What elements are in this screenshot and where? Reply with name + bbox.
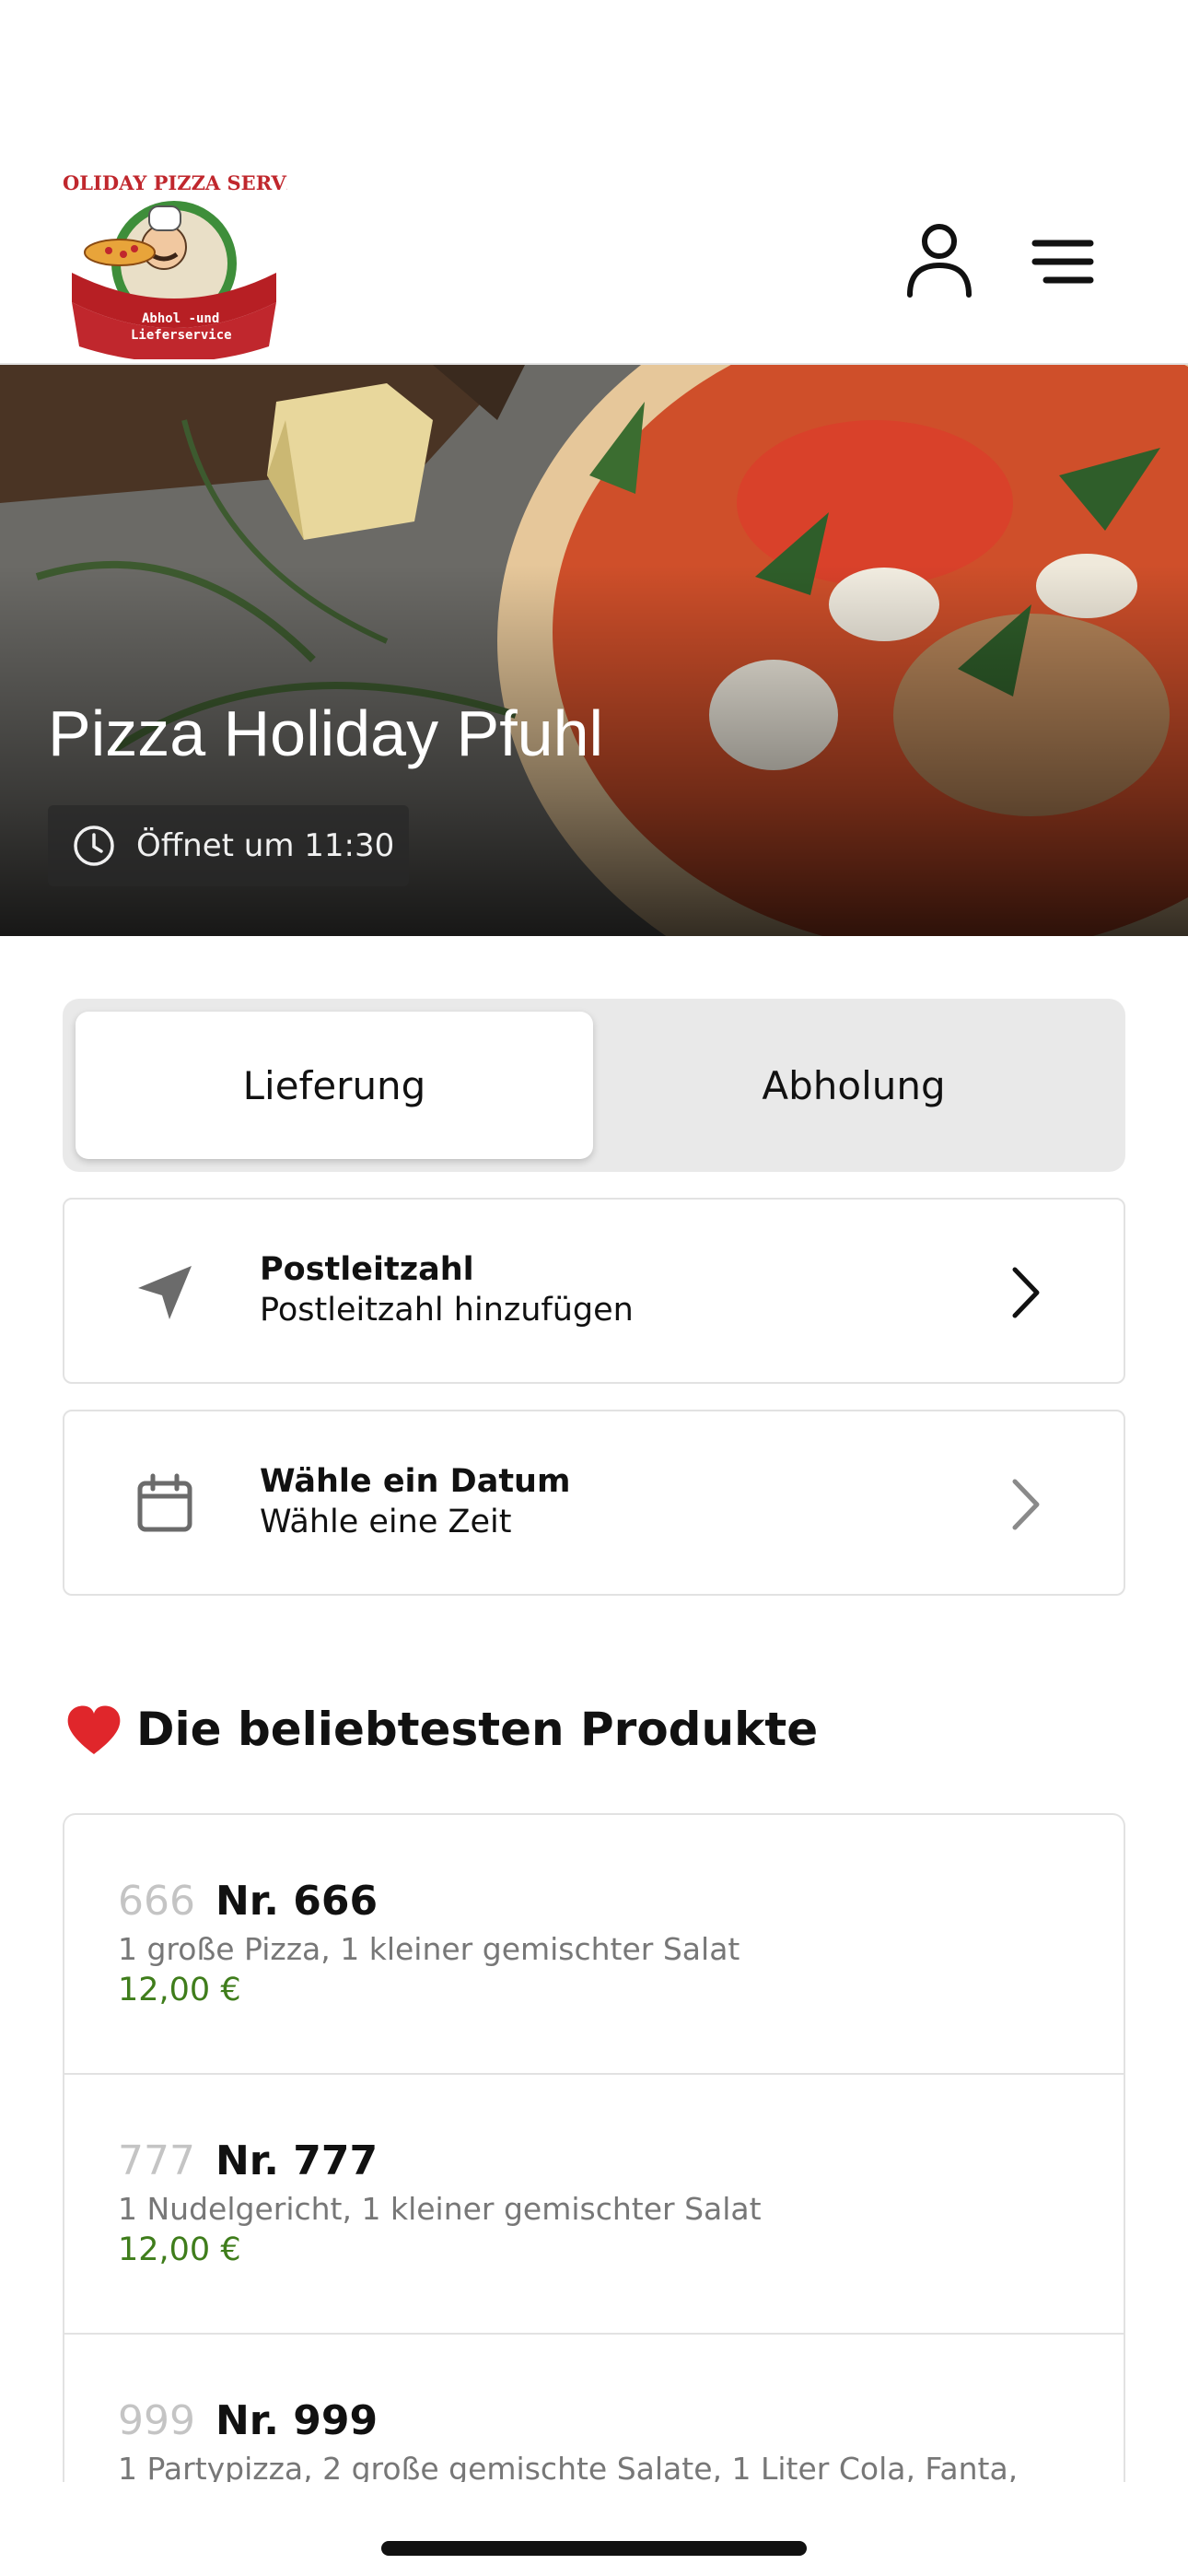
product-price: 12,00 € — [118, 2231, 241, 2268]
clock-icon — [72, 824, 116, 868]
product-number: 999 — [118, 2397, 195, 2444]
date-title: Wähle ein Datum — [260, 1463, 571, 1500]
opening-status-badge: Öffnet um 11:30 — [48, 805, 409, 886]
user-icon[interactable] — [901, 221, 978, 299]
home-indicator[interactable] — [381, 2541, 807, 2556]
top-header: OLIDAY PIZZA SERVIC Abhol -und Lieferser… — [0, 0, 1188, 365]
chevron-right-icon — [995, 1262, 1055, 1323]
hamburger-menu-icon[interactable] — [1024, 221, 1101, 299]
order-mode-switch: Lieferung Abholung — [63, 999, 1125, 1172]
postal-code-title: Postleitzahl — [260, 1251, 474, 1288]
restaurant-name: Pizza Holiday Pfuhl — [48, 697, 604, 769]
product-price: 12,00 € — [118, 1972, 241, 2008]
product-item[interactable]: 777 Nr. 777 1 Nudelgericht, 1 kleiner ge… — [64, 2075, 1124, 2335]
restaurant-logo[interactable]: OLIDAY PIZZA SERVIC Abhol -und Lieferser… — [61, 164, 287, 359]
product-item[interactable]: 666 Nr. 666 1 große Pizza, 1 kleiner gem… — [64, 1815, 1124, 2075]
product-description: 1 Partypizza, 2 große gemischte Salate, … — [118, 2451, 1019, 2482]
time-subtitle: Wähle eine Zeit — [260, 1504, 512, 1540]
chevron-right-icon — [995, 1474, 1055, 1535]
product-description: 1 große Pizza, 1 kleiner gemischter Sala… — [118, 1931, 740, 1967]
popular-products-heading: Die beliebtesten Produkte — [64, 1703, 818, 1756]
product-item[interactable]: 999 Nr. 999 1 Partypizza, 2 große gemisc… — [64, 2335, 1124, 2482]
product-number: 777 — [118, 2137, 195, 2184]
tab-abholung[interactable]: Abholung — [595, 1012, 1112, 1159]
popular-products-title: Die beliebtesten Produkte — [136, 1703, 819, 1756]
postal-code-card[interactable]: Postleitzahl Postleitzahl hinzufügen — [63, 1198, 1125, 1384]
product-name: Nr. 666 — [215, 1878, 379, 1925]
app-screen: OLIDAY PIZZA SERVIC Abhol -und Lieferser… — [0, 0, 1188, 2576]
postal-code-subtitle: Postleitzahl hinzufügen — [260, 1292, 634, 1329]
svg-text:OLIDAY PIZZA SERVIC: OLIDAY PIZZA SERVIC — [63, 171, 287, 194]
date-time-card[interactable]: Wähle ein Datum Wähle eine Zeit — [63, 1410, 1125, 1596]
location-arrow-icon — [133, 1260, 197, 1325]
heart-icon — [64, 1703, 123, 1756]
opening-status-text: Öffnet um 11:30 — [136, 827, 395, 864]
products-list: 666 Nr. 666 1 große Pizza, 1 kleiner gem… — [63, 1813, 1125, 2482]
product-name: Nr. 777 — [215, 2137, 379, 2184]
product-description: 1 Nudelgericht, 1 kleiner gemischter Sal… — [118, 2191, 762, 2227]
product-name: Nr. 999 — [215, 2397, 379, 2444]
product-number: 666 — [118, 1878, 195, 1925]
calendar-icon — [133, 1472, 197, 1537]
tab-lieferung[interactable]: Lieferung — [76, 1012, 593, 1159]
hero-banner: Pizza Holiday Pfuhl Öffnet um 11:30 — [0, 365, 1188, 936]
logo-banner-text-2: Lieferservice — [131, 328, 232, 343]
logo-banner-text-1: Abhol -und — [142, 311, 219, 326]
